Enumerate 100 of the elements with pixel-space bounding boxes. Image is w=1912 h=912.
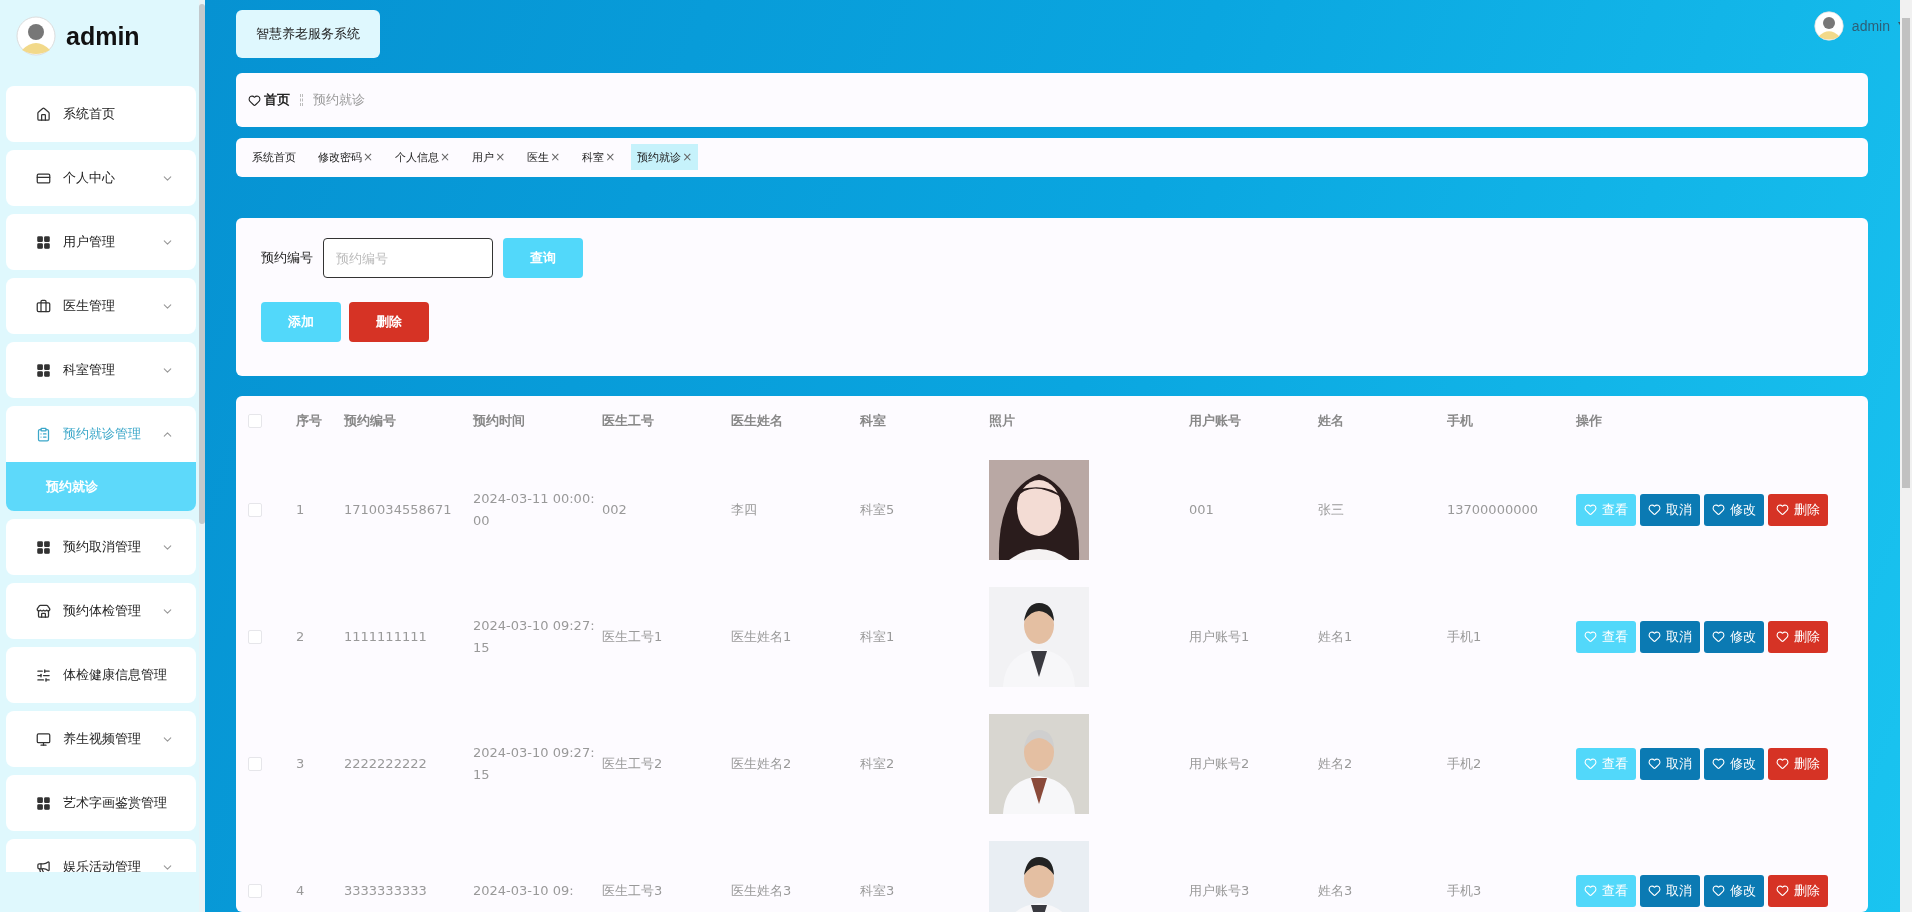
sidebar-item[interactable]: 医生管理 bbox=[6, 278, 196, 334]
sidebar-item[interactable]: 体检健康信息管理 bbox=[6, 647, 196, 703]
table-cell-text: 姓名3 bbox=[1318, 881, 1354, 900]
row-checkbox[interactable] bbox=[248, 629, 262, 644]
heart-icon bbox=[1776, 884, 1789, 897]
heart-icon bbox=[1648, 884, 1661, 897]
table-cell-text: 科室5 bbox=[860, 500, 896, 519]
grid-icon bbox=[36, 539, 51, 555]
column-header: 手机 bbox=[1447, 412, 1474, 430]
delete-button[interactable]: 删除 bbox=[1768, 747, 1828, 780]
table-cell-text: 科室1 bbox=[860, 627, 896, 646]
table-cell-text: 2 bbox=[296, 627, 306, 646]
breadcrumb-home[interactable]: 首页 bbox=[248, 91, 290, 109]
cancel-button[interactable]: 取消 bbox=[1640, 747, 1700, 780]
table-cell-text: 002 bbox=[602, 500, 628, 519]
select-all-checkbox[interactable] bbox=[248, 414, 262, 428]
table-cell-text: 张三 bbox=[1318, 500, 1345, 519]
sliders-icon bbox=[36, 667, 51, 683]
grid-icon bbox=[36, 234, 51, 250]
sidebar-item[interactable]: 预约就诊管理 bbox=[6, 406, 196, 462]
tab[interactable]: 预约就诊× bbox=[631, 144, 699, 170]
heart-icon bbox=[1584, 630, 1597, 643]
table-cell-text: 用户账号1 bbox=[1189, 627, 1251, 646]
table-cell-text: 2222222222 bbox=[344, 754, 428, 773]
megaphone-icon bbox=[36, 859, 51, 872]
tab[interactable]: 科室× bbox=[576, 144, 622, 170]
column-header: 医生工号 bbox=[602, 412, 655, 430]
edit-button[interactable]: 修改 bbox=[1704, 620, 1764, 653]
heart-icon bbox=[1776, 503, 1789, 516]
table-cell-text: 1 bbox=[296, 500, 306, 519]
breadcrumb-current: 预约就诊 bbox=[313, 91, 365, 109]
heart-icon bbox=[1648, 630, 1661, 643]
grid-icon bbox=[36, 795, 51, 811]
card-icon bbox=[36, 170, 51, 186]
heart-icon bbox=[248, 93, 261, 107]
column-header: 照片 bbox=[989, 412, 1016, 430]
sidebar-item[interactable]: 养生视频管理 bbox=[6, 711, 196, 767]
tab[interactable]: 个人信息× bbox=[389, 144, 457, 170]
row-checkbox[interactable] bbox=[248, 502, 262, 517]
table-cell-text: 用户账号2 bbox=[1189, 754, 1251, 773]
heart-icon bbox=[1648, 503, 1661, 516]
monitor-icon bbox=[36, 731, 51, 747]
delete-button[interactable]: 删除 bbox=[1768, 493, 1828, 526]
delete-button[interactable]: 删除 bbox=[1768, 620, 1828, 653]
heart-icon bbox=[1712, 630, 1725, 643]
sidebar-item[interactable]: 艺术字画鉴赏管理 bbox=[6, 775, 196, 831]
heart-icon bbox=[1584, 757, 1597, 770]
user-name[interactable]: admin bbox=[1851, 18, 1890, 34]
table-cell-text: 2024-03-10 09:27:15 bbox=[473, 616, 596, 657]
column-header: 序号 bbox=[296, 412, 323, 430]
column-header: 科室 bbox=[860, 412, 887, 430]
home-icon bbox=[36, 106, 51, 122]
heart-icon bbox=[1776, 630, 1789, 643]
edit-button[interactable]: 修改 bbox=[1704, 747, 1764, 780]
tab[interactable]: 修改密码× bbox=[312, 144, 380, 170]
table-cell-text: 医生工号2 bbox=[602, 754, 664, 773]
table-cell-text: 3 bbox=[296, 754, 306, 773]
clipboard-icon bbox=[36, 426, 51, 442]
heart-icon bbox=[1584, 503, 1597, 516]
scrollbar-thumb[interactable] bbox=[199, 4, 205, 524]
heart-icon bbox=[1712, 884, 1725, 897]
field-label: 预约编号 bbox=[261, 249, 313, 267]
row-checkbox[interactable] bbox=[248, 883, 262, 898]
sidebar-item[interactable]: 预约体检管理 bbox=[6, 583, 196, 639]
cancel-button[interactable]: 取消 bbox=[1640, 493, 1700, 526]
column-header: 预约时间 bbox=[473, 412, 526, 430]
heart-icon bbox=[1712, 503, 1725, 516]
table-cell-text: 手机2 bbox=[1447, 754, 1483, 773]
sidebar-item[interactable]: 用户管理 bbox=[6, 214, 196, 270]
heart-icon bbox=[1648, 757, 1661, 770]
cancel-button[interactable]: 取消 bbox=[1640, 620, 1700, 653]
sidebar-item[interactable]: 个人中心 bbox=[6, 150, 196, 206]
booking-number-field[interactable]: 预约编号 bbox=[323, 238, 493, 278]
table-cell-text: 2024-03-11 00:00:00 bbox=[473, 489, 596, 530]
cancel-button[interactable]: 取消 bbox=[1640, 874, 1700, 907]
edit-button[interactable]: 修改 bbox=[1704, 874, 1764, 907]
edit-button[interactable]: 修改 bbox=[1704, 493, 1764, 526]
table-cell-text: 1111111111 bbox=[344, 627, 428, 646]
delete-button[interactable]: 删除 bbox=[1768, 874, 1828, 907]
table-cell-text: 手机1 bbox=[1447, 627, 1483, 646]
table-cell-text: 1710034558671 bbox=[344, 500, 453, 519]
scrollbar-thumb[interactable] bbox=[1902, 18, 1910, 488]
table-cell-text: 科室2 bbox=[860, 754, 896, 773]
column-header: 姓名 bbox=[1318, 412, 1345, 430]
delete-button[interactable]: 删除 bbox=[349, 302, 429, 342]
heart-icon bbox=[1776, 757, 1789, 770]
tab[interactable]: 医生× bbox=[521, 144, 567, 170]
table-cell-text: 3333333333 bbox=[344, 881, 428, 900]
sidebar-item[interactable]: 预约取消管理 bbox=[6, 519, 196, 575]
row-checkbox[interactable] bbox=[248, 756, 262, 771]
heart-icon bbox=[1712, 757, 1725, 770]
table-cell-text: 001 bbox=[1189, 500, 1215, 519]
avatar-icon bbox=[16, 16, 56, 56]
tab[interactable]: 用户× bbox=[466, 144, 512, 170]
table-cell-text: 医生工号3 bbox=[602, 881, 664, 900]
table-cell-text: 2024-03-10 09:27:15 bbox=[473, 743, 596, 784]
sidebar-item[interactable]: 系统首页 bbox=[6, 86, 196, 142]
tab[interactable]: 系统首页 bbox=[246, 144, 302, 170]
table-cell-text: 医生姓名2 bbox=[731, 754, 793, 773]
sidebar-item[interactable]: 科室管理 bbox=[6, 342, 196, 398]
